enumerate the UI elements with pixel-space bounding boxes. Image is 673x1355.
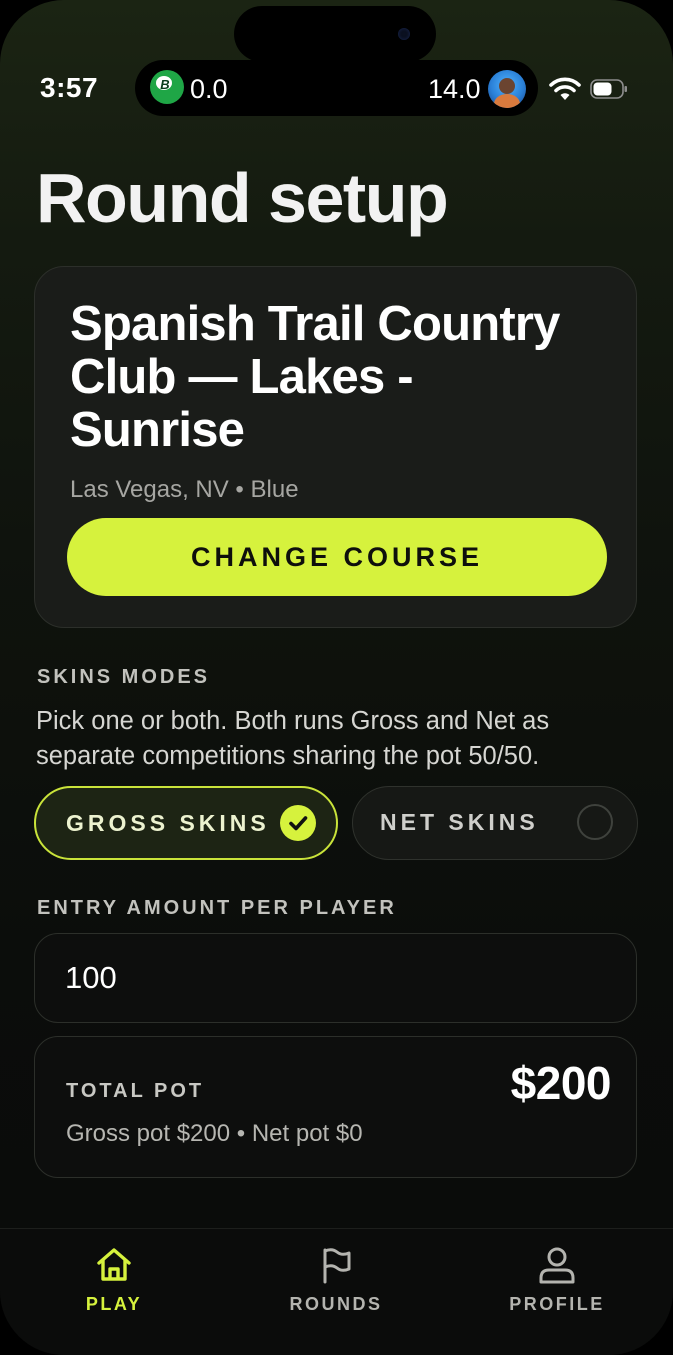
gross-skins-label: GROSS SKINS xyxy=(66,810,270,836)
course-location-tee: Las Vegas, NV • Blue xyxy=(70,476,299,503)
tab-rounds-label: ROUNDS xyxy=(289,1294,383,1314)
phone-screen: 3:57 B 0.0 14.0 Round setup Spanish Trai… xyxy=(0,0,673,1355)
total-pot-label: TOTAL POT xyxy=(66,1080,205,1102)
camera-icon xyxy=(398,28,410,40)
app-logo-icon: B xyxy=(150,70,184,104)
skins-modes-label: SKINS MODES xyxy=(37,666,211,688)
left-score: 0.0 xyxy=(190,74,228,104)
course-name: Spanish Trail Country Club — Lakes - Sun… xyxy=(70,297,560,457)
tab-play[interactable]: PLAY xyxy=(44,1246,184,1326)
home-icon xyxy=(97,1248,131,1281)
page-title: Round setup xyxy=(36,159,449,237)
net-skins-toggle[interactable]: NET SKINS xyxy=(352,786,638,860)
wifi-icon xyxy=(549,77,581,100)
entry-amount-input[interactable] xyxy=(34,933,637,1023)
checkmark-icon xyxy=(289,816,308,831)
change-course-button[interactable]: CHANGE COURSE xyxy=(67,518,607,596)
pot-breakdown: Gross pot $200 • Net pot $0 xyxy=(66,1120,363,1147)
status-time: 3:57 xyxy=(40,72,99,103)
radio-empty-icon xyxy=(577,804,613,840)
app-logo-letter: B xyxy=(160,76,170,92)
battery-icon xyxy=(590,79,627,99)
skins-modes-description: Pick one or both. Both runs Gross and Ne… xyxy=(36,707,550,770)
right-score: 14.0 xyxy=(428,74,481,104)
person-icon xyxy=(539,1247,575,1284)
entry-amount-label: ENTRY AMOUNT PER PLAYER xyxy=(37,897,397,919)
total-pot-amount: $200 xyxy=(510,1057,612,1109)
tab-play-label: PLAY xyxy=(85,1294,143,1314)
flag-icon xyxy=(323,1248,351,1284)
check-icon xyxy=(280,805,316,841)
avatar[interactable] xyxy=(488,70,526,108)
gross-skins-toggle[interactable]: GROSS SKINS xyxy=(34,786,338,860)
tab-profile-label: PROFILE xyxy=(509,1294,605,1314)
tab-profile[interactable]: PROFILE xyxy=(487,1246,627,1326)
net-skins-label: NET SKINS xyxy=(380,809,539,835)
tab-rounds[interactable]: ROUNDS xyxy=(266,1246,406,1326)
